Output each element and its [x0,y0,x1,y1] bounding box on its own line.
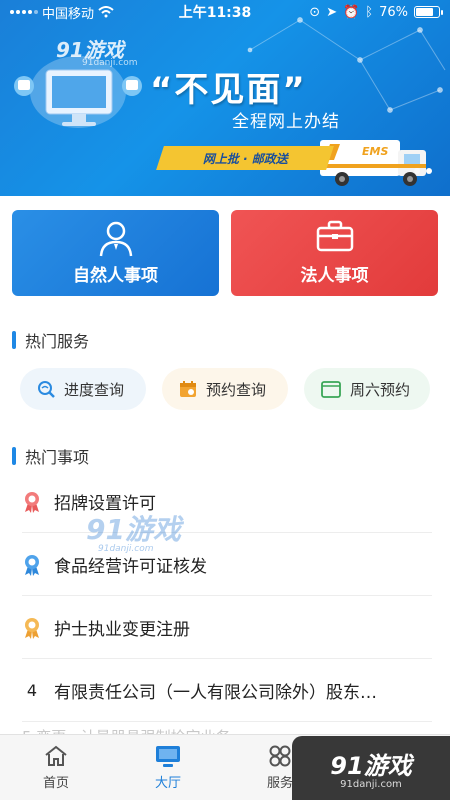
list-watermark: 91游戏 91danji.com [86,508,181,554]
truck-ems-label: EMS [362,145,389,158]
section-bar [12,447,16,465]
hot-services-title: 热门服务 [25,332,90,351]
list-watermark-text: 91游戏 [86,513,181,546]
status-bar: 中国移动 上午11:38 ⊙ ➤ ⏰ ᛒ 76% [0,0,450,24]
medal-orange-icon [25,617,39,639]
legal-person-card[interactable]: 法人事项 [231,210,438,296]
medal-blue-icon [25,554,39,576]
tab-hall-label: 大厅 [154,776,181,791]
signal-icon [10,10,38,14]
wifi-icon [98,6,114,18]
entry-cards: 自然人事项 法人事项 [12,210,438,296]
grid-icon [269,745,291,767]
list-item-number: 4 [26,681,38,700]
progress-search-icon [38,381,55,398]
battery-icon [414,6,443,18]
list-item-label: 护士执业变更注册 [54,620,190,640]
natural-person-label: 自然人事项 [73,266,158,286]
brand-watermark-name: 91游戏 [330,752,412,780]
tab-home[interactable]: 首页 [0,735,112,800]
location-icon: ➤ [326,4,338,20]
alarm-icon: ⏰ [343,4,360,20]
list-item-label: 食品经营许可证核发 [54,557,207,577]
hot-matters-list: 招牌设置许可 食品经营许可证核发 护士执业变更注册 4 有限责任公司（一人有限公… [0,470,450,722]
carrier-name: 中国移动 [42,6,95,22]
hot-services-header: 热门服务 [12,328,89,352]
chip-progress-label: 进度查询 [64,380,125,399]
monitor-icon [156,746,180,767]
list-item[interactable]: 招牌设置许可 [0,470,450,533]
hero-banner[interactable]: 91游戏 91danji.com “不见面” 全程网上办结 网上批 · 邮政送 … [0,0,450,196]
legal-person-label: 法人事项 [300,266,369,286]
bluetooth-icon: ᛒ [365,4,374,20]
saturday-calendar-icon [321,381,341,398]
banner-watermark-sub: 91danji.com [82,58,138,68]
hot-services-list: 进度查询 预约查询 周六预约 [20,368,430,410]
medal-red-icon [25,491,39,513]
list-item-label: 有限责任公司（一人有限公司除外）股东… [54,683,377,703]
brand-watermark: 91游戏 91danji.com [292,736,450,800]
person-icon [99,221,132,257]
brand-watermark-site: 91danji.com [340,779,402,790]
home-icon [45,745,67,766]
list-item[interactable]: 4 有限责任公司（一人有限公司除外）股东… [0,659,450,722]
banner-tape-text: 网上批 · 邮政送 [202,151,288,166]
list-item[interactable]: 食品经营许可证核发 [0,533,450,596]
banner-title: “不见面” [150,70,307,110]
tab-home-label: 首页 [42,776,69,791]
briefcase-icon [316,220,353,252]
tab-service-label: 服务 [266,776,293,791]
list-item[interactable]: 护士执业变更注册 [0,596,450,659]
carousel-dots[interactable] [414,168,432,174]
section-bar [12,331,16,349]
chip-appointment-label: 预约查询 [206,380,267,399]
battery-percent: 76% [379,4,408,20]
natural-person-card[interactable]: 自然人事项 [12,210,219,296]
calendar-icon [180,381,196,397]
chip-saturday-appointment[interactable]: 周六预约 [304,368,430,410]
chip-progress-query[interactable]: 进度查询 [20,368,146,410]
lock-rotation-icon: ⊙ [309,4,321,20]
status-time: 上午11:38 [178,5,252,21]
chip-saturday-label: 周六预约 [350,380,411,399]
banner-subtitle: 全程网上办结 [232,112,340,132]
hot-matters-title: 热门事项 [25,448,90,467]
chip-appointment-query[interactable]: 预约查询 [162,368,288,410]
banner-tape: 网上批 · 邮政送 [156,146,334,170]
hot-matters-header: 热门事项 [12,444,89,468]
tab-hall[interactable]: 大厅 [112,735,224,800]
